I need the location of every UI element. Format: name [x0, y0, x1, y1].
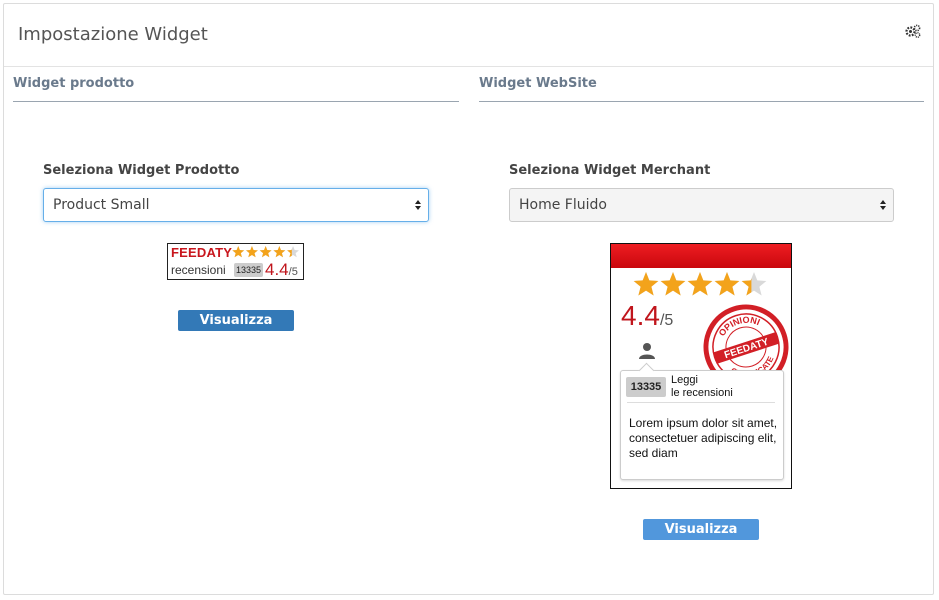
review-excerpt: Lorem ipsum dolor sit amet, consectetuer…	[629, 416, 778, 460]
page-title: Impostazione Widget	[18, 24, 208, 45]
rating-stars	[232, 246, 299, 258]
widget-settings-panel: Impostazione Widget	[3, 3, 934, 595]
rating-stars	[633, 272, 767, 296]
star-filled	[633, 272, 659, 296]
star-filled	[687, 272, 713, 296]
product-widget-select[interactable]: Product Small	[43, 188, 429, 222]
widget-header-bar	[611, 244, 791, 268]
star-filled	[660, 272, 686, 296]
star-filled	[714, 272, 740, 296]
star-filled	[232, 246, 245, 258]
section-title-website-widget: Widget WebSite	[479, 76, 597, 91]
merchant-widget-select[interactable]: Home Fluido	[509, 188, 894, 222]
feedaty-brand: FEEDATY	[171, 245, 233, 260]
reviews-label: recensioni	[171, 263, 226, 277]
select-arrows-icon	[415, 200, 421, 210]
gears-icon[interactable]	[905, 24, 921, 38]
merchant-widget-label: Seleziona Widget Merchant	[509, 163, 711, 178]
rating-score: 4.4/5	[621, 300, 674, 331]
star-filled	[273, 246, 286, 258]
view-code-button-product[interactable]: Visualizza Codice	[178, 310, 294, 349]
card-divider	[627, 402, 775, 403]
rating-score: 4.4/5	[265, 260, 298, 279]
view-code-button-website[interactable]: Visualizza Codice	[643, 519, 759, 558]
product-widget-select-value: Product Small	[53, 197, 150, 213]
merchant-widget-select-value: Home Fluido	[519, 197, 607, 213]
review-count-badge: 13335	[626, 377, 666, 397]
section-title-product-widget: Widget prodotto	[13, 76, 135, 91]
read-reviews-link[interactable]: Leggi le recensioni	[671, 374, 771, 400]
review-count-badge: 13335	[234, 263, 263, 277]
section-divider	[479, 101, 924, 102]
user-icon	[639, 343, 655, 359]
panel-header: Impostazione Widget	[4, 4, 933, 67]
section-divider	[13, 101, 459, 102]
card-pointer	[638, 362, 655, 379]
select-arrows-icon	[880, 200, 886, 210]
reviews-card: 13335 Leggi le recensioni Lorem ipsum do…	[620, 362, 784, 480]
product-small-widget-preview: FEEDATY recensioni 13335 4.4/5	[167, 243, 304, 280]
star-filled	[246, 246, 258, 258]
home-fluid-widget-preview: 4.4/5 OPINIONI FEEDATY CERTIFICATE 13335…	[610, 243, 792, 489]
star-filled	[259, 246, 272, 258]
product-widget-label: Seleziona Widget Prodotto	[43, 163, 240, 178]
